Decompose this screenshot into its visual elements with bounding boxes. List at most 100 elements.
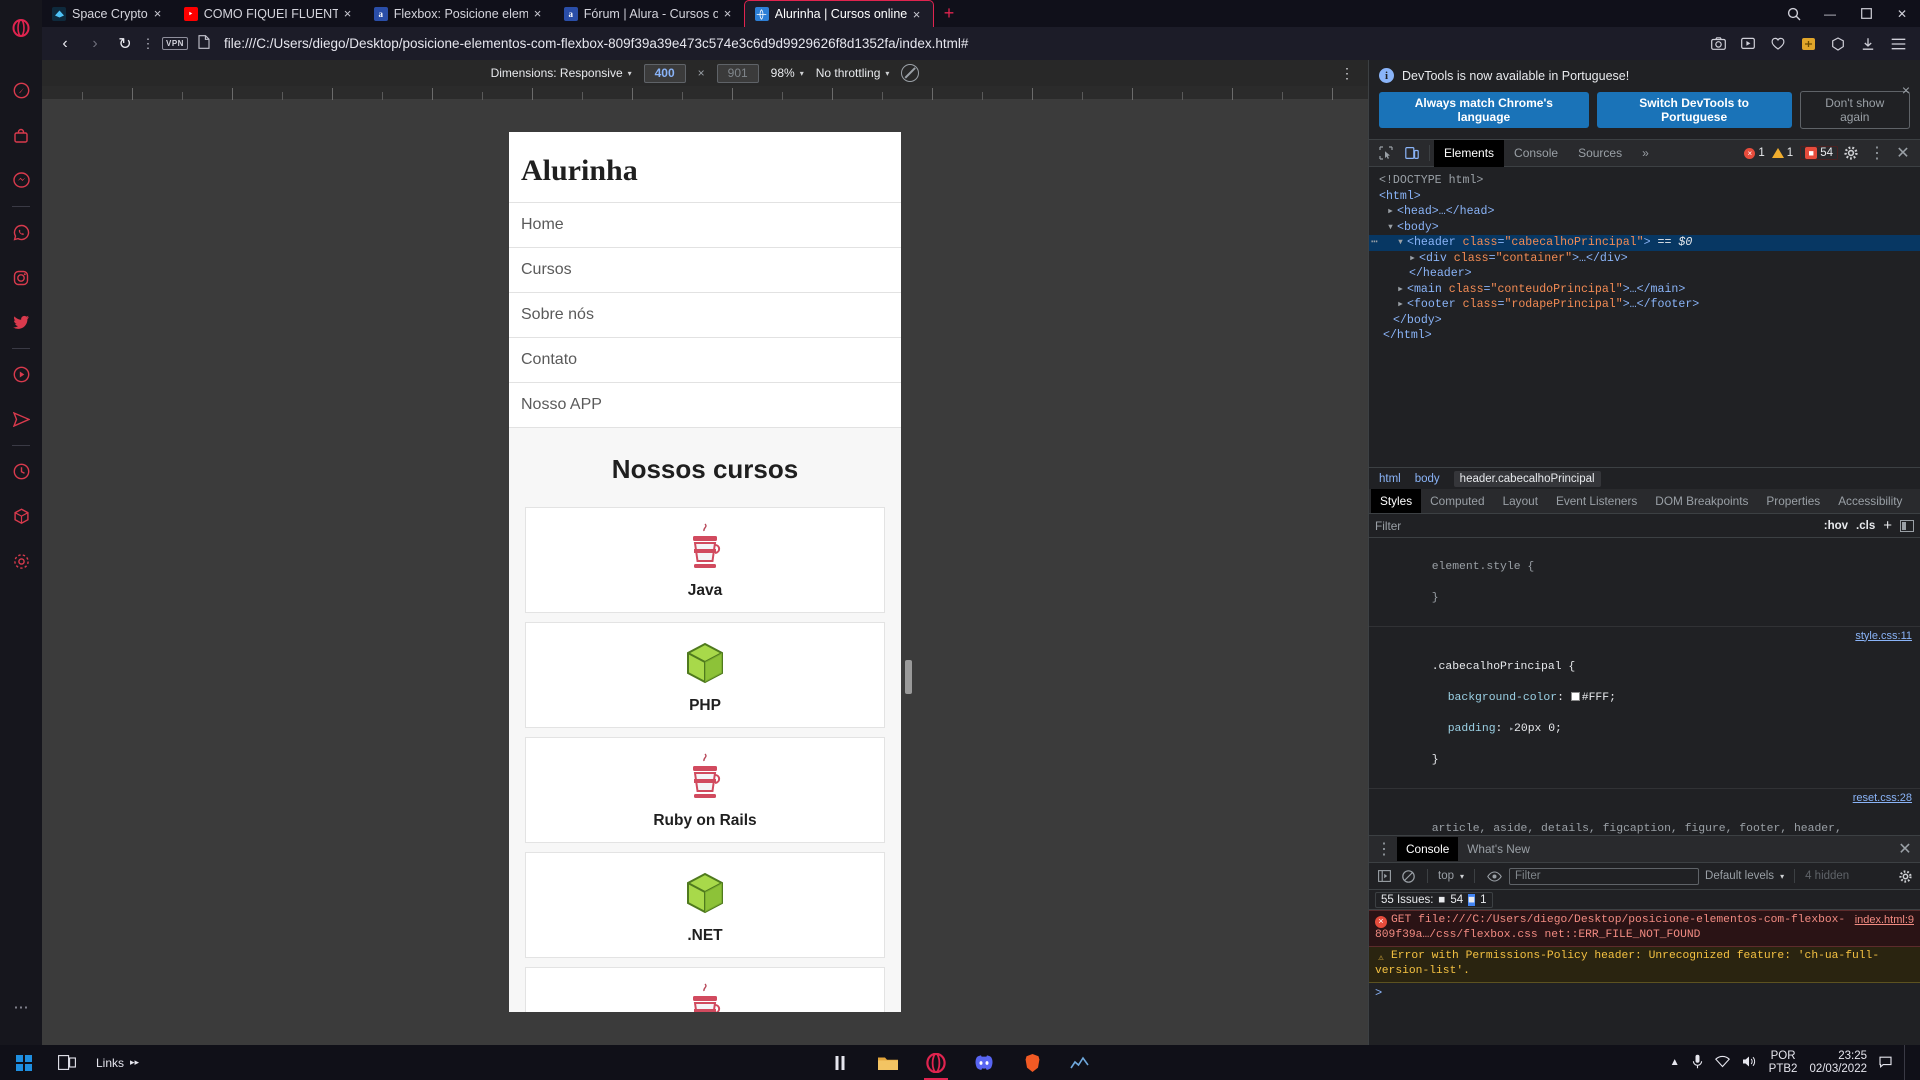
dom-node[interactable]: </header> bbox=[1369, 266, 1920, 282]
vpn-badge[interactable]: VPN bbox=[162, 37, 188, 50]
dom-node[interactable]: ▾ <body> bbox=[1369, 220, 1920, 236]
breadcrumb-header[interactable]: header.cabecalhoPrincipal bbox=[1453, 470, 1601, 487]
dom-node[interactable]: </html> bbox=[1369, 328, 1920, 344]
console-message-warning[interactable]: ⚠ Error with Permissions-Policy header: U… bbox=[1369, 947, 1920, 983]
notifications-icon[interactable] bbox=[1879, 1055, 1892, 1071]
tab-styles[interactable]: Styles bbox=[1371, 489, 1422, 513]
page-info-icon[interactable] bbox=[198, 35, 210, 52]
browser-tab[interactable]: COMO FIQUEI FLUENTE CO × bbox=[174, 0, 364, 27]
live-expression-eye-icon[interactable] bbox=[1485, 863, 1503, 889]
color-swatch[interactable] bbox=[1570, 691, 1580, 701]
dimensions-dropdown[interactable]: Dimensions: Responsive ▾ bbox=[491, 66, 632, 80]
discord-icon[interactable] bbox=[960, 1045, 1008, 1080]
heart-icon[interactable] bbox=[1764, 29, 1792, 59]
drawer-close-icon[interactable]: ✕ bbox=[1892, 836, 1918, 862]
sidebar-whatsapp-icon[interactable] bbox=[0, 210, 42, 255]
toggle-device-toolbar-icon[interactable] bbox=[1399, 140, 1425, 166]
back-button[interactable]: ‹ bbox=[50, 29, 80, 59]
class-editor-button[interactable]: .cls bbox=[1856, 520, 1875, 532]
console-sidebar-icon[interactable] bbox=[1375, 863, 1393, 889]
tab-close-button[interactable]: × bbox=[534, 7, 546, 20]
console-message-source[interactable]: index.html:9 bbox=[1855, 913, 1914, 928]
style-rule[interactable]: style.css:11 .cabecalhoPrincipal { backg… bbox=[1369, 627, 1920, 789]
viewport-width-input[interactable]: 400 bbox=[643, 63, 686, 83]
cube-icon[interactable] bbox=[1824, 29, 1852, 59]
breadcrumb-html[interactable]: html bbox=[1379, 473, 1401, 485]
zoom-dropdown[interactable]: 98% ▾ bbox=[771, 66, 804, 80]
dom-node-selected[interactable]: ⋯ ▾ <header class="cabecalhoPrincipal"> ==… bbox=[1369, 235, 1920, 251]
sidebar-send-icon[interactable] bbox=[0, 397, 42, 442]
browser-tab-active[interactable]: Alurinha | Cursos online × bbox=[743, 0, 934, 27]
nav-item-sobre-nos[interactable]: Sobre nós bbox=[509, 292, 901, 337]
issues-summary-button[interactable]: 55 Issues: ■ 54 ■ 1 bbox=[1375, 891, 1493, 908]
task-view-button[interactable] bbox=[48, 1045, 86, 1080]
page-menu-icon[interactable]: ⋮ bbox=[140, 36, 156, 52]
devtools-more-menu-icon[interactable]: ⋮ bbox=[1864, 140, 1890, 166]
nav-item-cursos[interactable]: Cursos bbox=[509, 247, 901, 292]
drawer-tab-whats-new[interactable]: What's New bbox=[1458, 837, 1539, 861]
browser-tab[interactable]: Space Crypto × bbox=[42, 0, 174, 27]
declaration-property[interactable]: padding bbox=[1432, 722, 1496, 738]
rule-source-link[interactable]: reset.css:28 bbox=[1853, 791, 1912, 807]
banner-close-icon[interactable]: × bbox=[1902, 82, 1910, 98]
windows-start-button[interactable] bbox=[0, 1045, 48, 1080]
tab-accessibility[interactable]: Accessibility bbox=[1829, 489, 1911, 513]
tab-dom-breakpoints[interactable]: DOM Breakpoints bbox=[1646, 489, 1757, 513]
viewport-height-input[interactable]: 901 bbox=[716, 63, 759, 83]
declaration-value[interactable]: 20px 0; bbox=[1514, 723, 1562, 735]
more-tabs-button[interactable]: » bbox=[1632, 140, 1659, 167]
tab-console[interactable]: Console bbox=[1504, 140, 1568, 167]
course-card[interactable]: Ruby on Rails bbox=[525, 737, 885, 843]
drawer-tab-console[interactable]: Console bbox=[1397, 837, 1459, 861]
console-levels-selector[interactable]: Default levels bbox=[1705, 870, 1774, 882]
downloads-icon[interactable] bbox=[1854, 29, 1882, 59]
tab-sources[interactable]: Sources bbox=[1568, 140, 1632, 167]
tab-close-button[interactable]: × bbox=[344, 7, 356, 20]
input-language-indicator[interactable]: POR PTB2 bbox=[1769, 1050, 1798, 1076]
sidebar-boxes-icon[interactable] bbox=[0, 494, 42, 539]
screenshot-icon[interactable] bbox=[1704, 29, 1732, 59]
viewport-resize-handle-right[interactable] bbox=[905, 660, 912, 694]
issues-count-badge[interactable]: ■ 54 bbox=[1800, 146, 1838, 160]
switch-devtools-language-button[interactable]: Switch DevTools to Portuguese bbox=[1596, 92, 1792, 128]
opera-logo-icon[interactable] bbox=[0, 5, 42, 50]
url-input[interactable]: file:///C:/Users/diego/Desktop/posicione… bbox=[210, 36, 1704, 51]
tab-event-listeners[interactable]: Event Listeners bbox=[1547, 489, 1646, 513]
sidebar-messenger-icon[interactable] bbox=[0, 158, 42, 203]
dom-node[interactable]: <!DOCTYPE html> bbox=[1369, 173, 1920, 189]
tab-layout[interactable]: Layout bbox=[1494, 489, 1547, 513]
hover-state-button[interactable]: :hov bbox=[1824, 520, 1848, 532]
nav-item-contato[interactable]: Contato bbox=[509, 337, 901, 382]
sidebar-more-icon[interactable]: ⋯ bbox=[0, 985, 42, 1030]
dom-node[interactable]: </body> bbox=[1369, 313, 1920, 329]
play-icon[interactable] bbox=[1734, 29, 1762, 59]
course-card[interactable]: Java bbox=[525, 507, 885, 613]
browser-tab[interactable]: a Fórum | Alura - Cursos onli × bbox=[554, 0, 744, 27]
toggle-computed-sidebar-icon[interactable] bbox=[1900, 519, 1914, 532]
pause-icon[interactable] bbox=[816, 1045, 864, 1080]
dom-node[interactable]: ▸ <head>…</head> bbox=[1369, 204, 1920, 220]
nav-item-nosso-app[interactable]: Nosso APP bbox=[509, 382, 901, 428]
style-rule[interactable]: reset.css:28 article, aside, details, fi… bbox=[1369, 789, 1920, 836]
styles-filter-input[interactable]: Filter bbox=[1375, 519, 1401, 533]
style-rule[interactable]: element.style { } bbox=[1369, 542, 1920, 627]
sidebar-history-icon[interactable] bbox=[0, 449, 42, 494]
device-toolbar-menu-icon[interactable]: ⋮ bbox=[1340, 65, 1354, 82]
taskbar-clock[interactable]: 23:25 02/03/2022 bbox=[1809, 1050, 1867, 1076]
console-message-error[interactable]: index.html:9 × GET file:///C:/Users/diego… bbox=[1369, 910, 1920, 947]
always-match-language-button[interactable]: Always match Chrome's language bbox=[1379, 92, 1589, 128]
console-prompt[interactable]: > bbox=[1369, 983, 1920, 1003]
opera-icon[interactable] bbox=[912, 1045, 960, 1080]
settings-gear-icon[interactable] bbox=[1838, 140, 1864, 166]
course-card[interactable]: PHP bbox=[525, 622, 885, 728]
devtools-close-icon[interactable]: ✕ bbox=[1890, 140, 1916, 166]
tab-close-button[interactable]: × bbox=[913, 8, 925, 21]
sidebar-player-icon[interactable] bbox=[0, 352, 42, 397]
declaration-property[interactable]: background-color bbox=[1432, 691, 1557, 707]
reload-button[interactable]: ↻ bbox=[110, 29, 140, 59]
error-count-badge[interactable]: × 1 bbox=[1744, 147, 1765, 159]
links-toolbar[interactable]: Links ▸▸ bbox=[86, 1045, 149, 1080]
network-icon[interactable] bbox=[1714, 1055, 1730, 1071]
inspect-element-icon[interactable] bbox=[1373, 140, 1399, 166]
volume-icon[interactable] bbox=[1742, 1055, 1757, 1071]
